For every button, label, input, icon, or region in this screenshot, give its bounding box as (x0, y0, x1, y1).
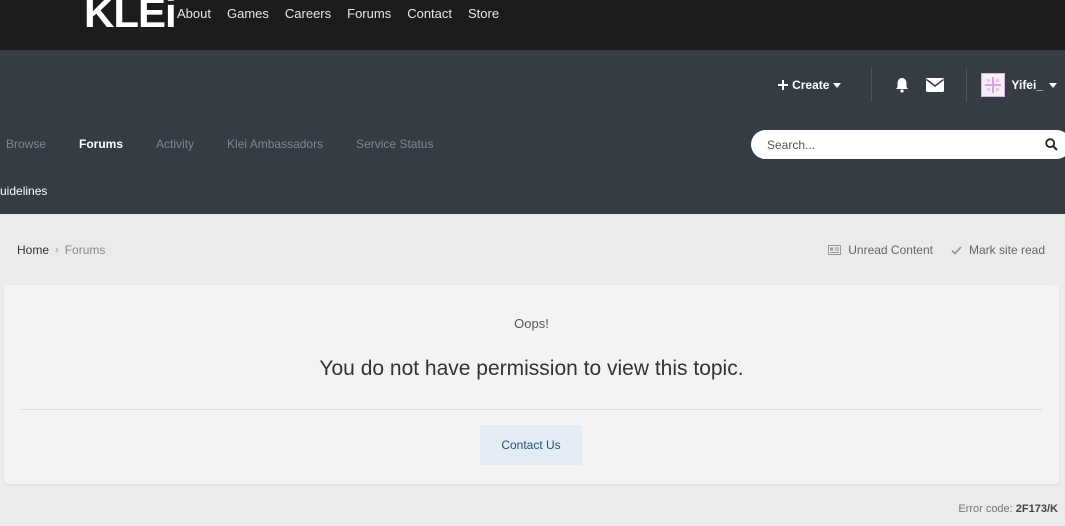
top-nav-about[interactable]: About (177, 6, 211, 22)
search-box (751, 130, 1065, 159)
breadcrumb-actions: Unread Content Mark site read (828, 243, 1045, 257)
subnav-guidelines[interactable]: uidelines (0, 184, 47, 198)
plus-icon (778, 80, 789, 90)
notifications-button[interactable] (894, 77, 910, 93)
username: Yifei_ (1011, 78, 1043, 92)
top-nav-games[interactable]: Games (227, 6, 269, 22)
newspaper-icon (828, 245, 842, 255)
avatar (981, 73, 1006, 97)
unread-content-label: Unread Content (848, 243, 933, 257)
caret-down-icon (1049, 82, 1057, 88)
unread-content-link[interactable]: Unread Content (828, 243, 933, 257)
breadcrumb-home[interactable]: Home (17, 243, 49, 257)
nav-service-status[interactable]: Service Status (356, 137, 433, 151)
user-menu[interactable]: Yifei_ (981, 73, 1057, 97)
site-header: Create Yifei_ Browse Forums Activity Kle… (0, 50, 1065, 214)
nav-klei-ambassadors[interactable]: Klei Ambassadors (227, 137, 323, 151)
top-nav-forums[interactable]: Forums (347, 6, 391, 22)
top-nav: About Games Careers Forums Contact Store (177, 6, 499, 22)
nav-activity[interactable]: Activity (156, 137, 194, 151)
top-nav-store[interactable]: Store (468, 6, 499, 22)
chevron-right-icon: › (55, 244, 59, 256)
contact-us-button[interactable]: Contact Us (480, 425, 582, 465)
breadcrumb: Home › Forums (17, 243, 105, 257)
klei-logo[interactable]: KLEi (84, 0, 177, 34)
error-code: Error code: 2F173/K (958, 503, 1058, 515)
search-icon[interactable] (1045, 138, 1058, 151)
top-bar: KLEi About Games Careers Forums Contact … (0, 0, 1065, 50)
search-input[interactable] (765, 136, 1035, 153)
divider (966, 68, 968, 102)
error-message-card: Oops! You do not have permission to view… (4, 285, 1059, 484)
nav-browse[interactable]: Browse (6, 137, 46, 151)
card-divider (21, 409, 1042, 410)
avatar-pattern-icon (985, 77, 1002, 93)
mark-site-read-link[interactable]: Mark site read (951, 243, 1045, 257)
bell-icon (896, 78, 909, 93)
user-bar: Create Yifei_ (778, 68, 1065, 102)
create-button[interactable]: Create (778, 78, 842, 92)
error-code-label: Error code: (958, 503, 1013, 515)
error-heading: Oops! (514, 316, 549, 331)
create-label: Create (792, 78, 830, 92)
nav-forums[interactable]: Forums (79, 137, 123, 151)
top-nav-careers[interactable]: Careers (285, 6, 331, 22)
caret-down-icon (833, 82, 842, 88)
mark-site-read-label: Mark site read (968, 243, 1045, 257)
error-message: You do not have permission to view this … (319, 357, 744, 380)
messages-button[interactable] (926, 78, 945, 92)
checkmark-icon (951, 245, 962, 255)
envelope-icon (926, 78, 945, 92)
top-nav-contact[interactable]: Contact (407, 6, 452, 22)
error-code-value: 2F173/K (1015, 503, 1058, 515)
breadcrumb-current[interactable]: Forums (65, 243, 106, 257)
divider (871, 68, 873, 102)
main-nav: Browse Forums Activity Klei Ambassadors … (6, 137, 433, 151)
